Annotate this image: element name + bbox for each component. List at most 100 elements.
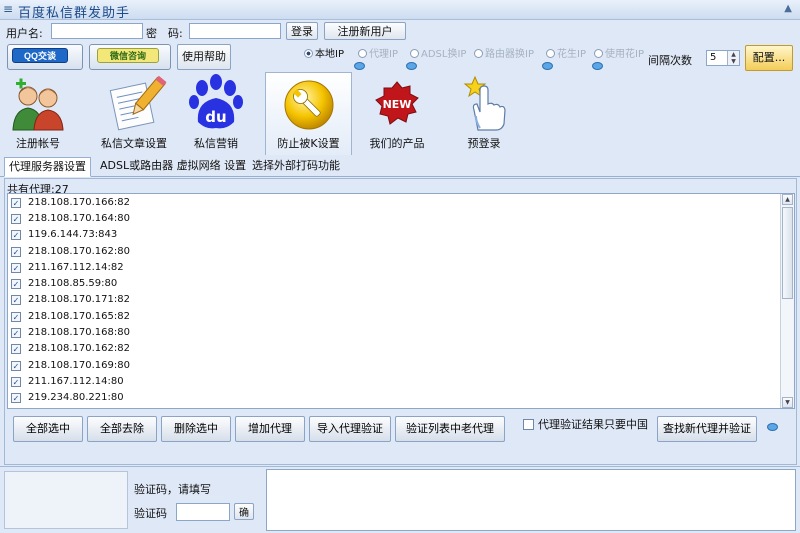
captcha-input[interactable] xyxy=(176,503,230,521)
delete-selected-button[interactable]: 删除选中 xyxy=(161,416,231,442)
list-item[interactable]: ✓ 218.108.170.171:82 xyxy=(11,292,130,307)
tab-external-captcha[interactable]: 选择外部打码功能 xyxy=(248,157,344,177)
scroll-down-icon[interactable]: ▼ xyxy=(782,397,793,408)
message-article-tool[interactable]: 私信文章设置 xyxy=(96,72,172,155)
select-all-button[interactable]: 全部选中 xyxy=(13,416,83,442)
anti-ban-settings-tool[interactable]: 防止被K设置 xyxy=(265,72,352,155)
radio-empty-icon xyxy=(358,49,367,58)
checkbox-checked-icon[interactable]: ✓ xyxy=(11,263,21,273)
radio-empty-icon xyxy=(474,49,483,58)
users-icon xyxy=(12,78,64,131)
checkbox-checked-icon[interactable]: ✓ xyxy=(11,198,21,208)
checkbox-unchecked-icon[interactable] xyxy=(523,419,534,430)
info-bubble-icon[interactable] xyxy=(354,62,365,70)
deselect-all-button[interactable]: 全部去除 xyxy=(87,416,157,442)
message-marketing-label: 私信营销 xyxy=(194,137,238,150)
scroll-up-icon[interactable]: ▲ xyxy=(782,194,793,205)
wechat-consult-button[interactable]: 微信咨询 xyxy=(89,44,171,70)
radio-local-ip[interactable]: 本地IP xyxy=(304,45,344,60)
username-label: 用户名: xyxy=(6,27,43,40)
checkbox-checked-icon[interactable]: ✓ xyxy=(11,230,21,240)
checkbox-checked-icon[interactable]: ✓ xyxy=(11,393,21,403)
pencil-document-icon xyxy=(109,75,167,131)
list-item[interactable]: ✓ 219.234.80.221:80 xyxy=(11,390,124,405)
list-item[interactable]: ✓ 218.108.170.168:80 xyxy=(11,325,130,340)
radio-empty-icon xyxy=(410,49,419,58)
add-proxy-button[interactable]: 增加代理 xyxy=(235,416,305,442)
password-label: 密 码: xyxy=(146,27,183,40)
system-menu-icon[interactable]: ≡ xyxy=(3,2,13,16)
register-button[interactable]: 注册新用户 xyxy=(324,22,406,40)
tab-adsl-router[interactable]: ADSL或路由器 虚拟网络 设置 xyxy=(96,157,250,177)
login-button[interactable]: 登录 xyxy=(286,22,318,40)
checkbox-checked-icon[interactable]: ✓ xyxy=(11,247,21,257)
new-badge-icon: NEW xyxy=(375,81,419,125)
info-bubble-icon[interactable] xyxy=(406,62,417,70)
info-bubble-icon[interactable] xyxy=(767,423,778,431)
find-new-proxies-button[interactable]: 查找新代理并验证 xyxy=(657,416,757,442)
title-bar: ≡ 百度私信群发助手 ▲ xyxy=(0,0,800,21)
our-products-tool[interactable]: NEW 我们的产品 xyxy=(362,72,432,155)
info-bubble-icon[interactable] xyxy=(542,62,553,70)
checkbox-checked-icon[interactable]: ✓ xyxy=(11,312,21,322)
list-item[interactable]: ✓ 218.108.170.162:80 xyxy=(11,244,130,259)
qq-chat-label: QQ交谈 xyxy=(12,48,68,63)
checkbox-checked-icon[interactable]: ✓ xyxy=(11,377,21,387)
svg-text:du: du xyxy=(205,108,226,126)
pre-login-tool[interactable]: 预登录 xyxy=(452,72,516,155)
scrollbar-thumb[interactable] xyxy=(782,207,793,299)
captcha-confirm-button[interactable]: 确 xyxy=(234,503,254,520)
radio-proxy-ip[interactable]: 代理IP xyxy=(358,45,398,60)
list-item[interactable]: ✓ 218.108.170.169:80 xyxy=(11,358,130,373)
list-item[interactable]: ✓ 218.108.170.164:80 xyxy=(11,211,130,226)
window-controls-icon[interactable]: ▲ xyxy=(784,3,792,14)
qq-chat-button[interactable]: QQ交谈 xyxy=(7,44,83,70)
radio-empty-icon xyxy=(594,49,603,58)
verify-old-proxies-button[interactable]: 验证列表中老代理 xyxy=(395,416,505,442)
config-button[interactable]: 配置... xyxy=(745,45,793,71)
checkbox-checked-icon[interactable]: ✓ xyxy=(11,344,21,354)
checkbox-checked-icon[interactable]: ✓ xyxy=(11,214,21,224)
pointer-hand-icon xyxy=(463,75,506,131)
radio-adsl-ip[interactable]: ADSL换IP xyxy=(410,45,466,60)
interval-value: 5 xyxy=(710,52,717,63)
proxy-list-scrollbar[interactable]: ▲ ▼ xyxy=(780,194,794,408)
import-verify-button[interactable]: 导入代理验证 xyxy=(309,416,391,442)
checkbox-checked-icon[interactable]: ✓ xyxy=(11,361,21,371)
captcha-image[interactable] xyxy=(4,471,128,529)
list-item[interactable]: ✓ 218.108.85.59:80 xyxy=(11,276,117,291)
list-item[interactable]: ✓ 218.108.170.165:82 xyxy=(11,309,130,324)
proxy-list[interactable]: ✓ 218.108.170.166:82 ✓ 218.108.170.164:80 … xyxy=(7,193,795,409)
wechat-consult-label: 微信咨询 xyxy=(97,48,159,63)
message-marketing-tool[interactable]: du 私信营销 xyxy=(186,72,246,155)
list-item[interactable]: ✓ 218.108.170.166:82 xyxy=(11,195,130,210)
password-input[interactable] xyxy=(189,23,281,39)
info-bubble-icon[interactable] xyxy=(592,62,603,70)
radio-hua-ip[interactable]: 使用花IP xyxy=(594,45,644,60)
list-item[interactable]: ✓ 218.108.170.162:82 xyxy=(11,341,130,356)
radio-router-ip[interactable]: 路由器换IP xyxy=(474,45,534,60)
checkbox-checked-icon[interactable]: ✓ xyxy=(11,328,21,338)
interval-label: 间隔次数 xyxy=(648,54,692,67)
username-input[interactable] xyxy=(51,23,143,39)
list-item[interactable]: ✓ 211.167.112.14:82 xyxy=(11,260,124,275)
china-only-checkbox[interactable]: 代理验证结果只要中国 xyxy=(523,416,648,432)
tab-proxy-server[interactable]: 代理服务器设置 xyxy=(4,157,91,177)
anti-ban-settings-label: 防止被K设置 xyxy=(277,137,340,150)
captcha-label: 验证码 xyxy=(134,507,167,520)
proxy-panel: 共有代理:27 ✓ 218.108.170.166:82 ✓ 218.108.170… xyxy=(4,178,797,465)
radio-empty-icon xyxy=(546,49,555,58)
list-item[interactable]: ✓ 211.167.112.14:80 xyxy=(11,374,124,389)
list-item[interactable]: ✓ 119.6.144.73:843 xyxy=(11,227,117,242)
register-account-tool[interactable]: 注册帐号 xyxy=(6,72,70,155)
radio-peanut-ip[interactable]: 花生IP xyxy=(546,45,586,60)
checkbox-checked-icon[interactable]: ✓ xyxy=(11,279,21,289)
log-output[interactable] xyxy=(266,469,796,531)
stepper-arrows-icon[interactable]: ▲ ▼ xyxy=(727,51,739,65)
interval-stepper[interactable]: 5 ▲ ▼ xyxy=(706,50,740,66)
our-products-label: 我们的产品 xyxy=(369,137,425,150)
wrench-icon xyxy=(284,80,334,130)
help-button[interactable]: 使用帮助 xyxy=(177,44,231,70)
checkbox-checked-icon[interactable]: ✓ xyxy=(11,295,21,305)
window-title: 百度私信群发助手 xyxy=(18,6,131,21)
